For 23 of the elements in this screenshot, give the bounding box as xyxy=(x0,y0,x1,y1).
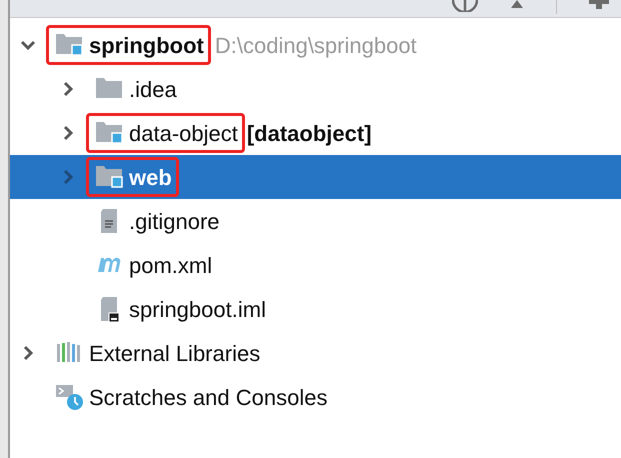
tree-row[interactable]: springboot D:\coding\springboot xyxy=(10,23,621,67)
tree-item-label[interactable]: pom.xml xyxy=(129,248,212,282)
tree-row[interactable]: .idea xyxy=(10,67,621,111)
tree-row[interactable]: External Libraries xyxy=(10,331,621,375)
tree-item-label[interactable]: External Libraries xyxy=(89,336,260,370)
tree-item-label[interactable]: springboot.iml xyxy=(129,292,266,326)
collapse-icon[interactable] xyxy=(508,0,526,10)
tree-item-label[interactable]: .idea xyxy=(129,72,177,106)
module-folder-icon xyxy=(95,164,123,190)
tree-row[interactable]: .gitignore xyxy=(10,199,621,243)
tree-row[interactable]: pom.xml xyxy=(10,243,621,287)
scratch-console-icon xyxy=(55,384,83,410)
tree-item-label[interactable]: .gitignore xyxy=(129,204,220,238)
tree-item-label[interactable]: springboot xyxy=(89,28,204,62)
selected-tree-row[interactable]: web xyxy=(10,155,621,199)
tree-item-label[interactable]: web xyxy=(129,160,172,194)
project-path: D:\coding\springboot xyxy=(214,32,417,60)
module-label: [dataobject] xyxy=(246,120,372,148)
tree-row[interactable]: springboot.iml xyxy=(10,287,621,331)
tree-row[interactable]: data-object [dataobject] xyxy=(10,111,621,155)
tree-item-label[interactable]: Scratches and Consoles xyxy=(89,380,328,414)
tree-item-label[interactable]: data-object xyxy=(129,116,238,150)
tree-row[interactable]: Scratches and Consoles xyxy=(10,375,621,419)
